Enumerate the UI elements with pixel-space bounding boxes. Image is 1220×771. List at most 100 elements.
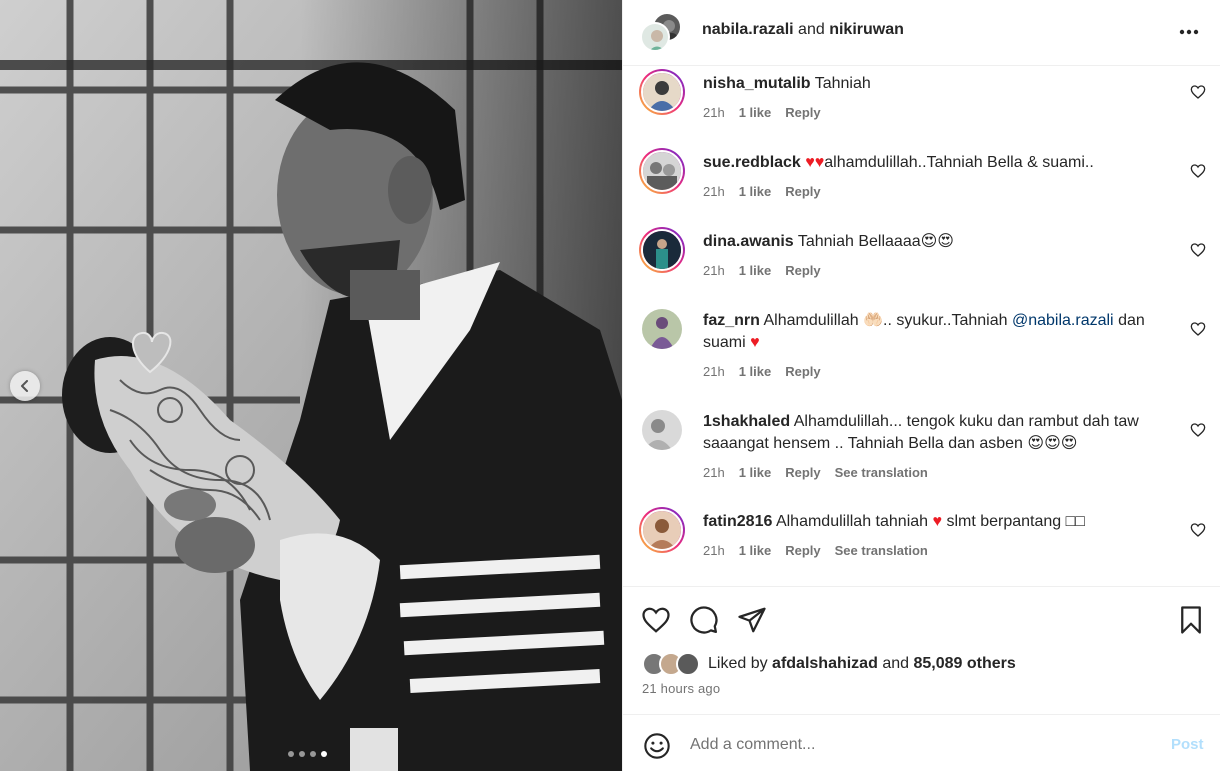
unsupported-emoji: □□ xyxy=(1065,513,1085,530)
comment-username[interactable]: faz_nrn xyxy=(703,312,760,329)
more-icon xyxy=(1179,29,1199,35)
comment-text: faz_nrn Alhamdulillah 🤲🏻.. syukur..Tahni… xyxy=(703,310,1163,354)
post-authors: nabila.razali and nikiruwan xyxy=(702,21,904,39)
avatar[interactable] xyxy=(639,227,685,273)
reply-button[interactable]: Reply xyxy=(785,263,820,278)
avatar xyxy=(676,652,700,676)
post-side-panel: nabila.razali and nikiruwan nisha_mutali… xyxy=(622,0,1220,771)
reply-button[interactable]: Reply xyxy=(785,465,820,480)
red-heart-emoji: ♥ xyxy=(932,513,943,530)
post-timestamp[interactable]: 21 hours ago xyxy=(642,681,720,696)
like-comment-heart-icon[interactable] xyxy=(1190,422,1206,438)
comment-icon[interactable] xyxy=(689,605,719,635)
liked-by-row: Liked by afdalshahizad and 85,089 others xyxy=(642,652,1016,676)
avatar[interactable] xyxy=(639,407,685,453)
comment-likes[interactable]: 1 like xyxy=(739,465,772,480)
bookmark-icon[interactable] xyxy=(1176,605,1206,635)
comment-time[interactable]: 21h xyxy=(703,465,725,480)
carousel-dot xyxy=(288,751,294,757)
carousel-dot-active xyxy=(321,751,327,757)
comment-username[interactable]: sue.redblack xyxy=(703,154,801,171)
carousel-dot xyxy=(299,751,305,757)
comment-likes[interactable]: 1 like xyxy=(739,105,772,120)
like-comment-heart-icon[interactable] xyxy=(1190,163,1206,179)
comment-text: nisha_mutalib Tahniah xyxy=(703,73,1163,95)
user-mention-link[interactable]: @nabila.razali xyxy=(1012,312,1114,329)
avatar xyxy=(640,22,670,52)
comment-text: fatin2816 Alhamdulillah tahniah ♥ slmt b… xyxy=(703,511,1163,533)
comment-likes[interactable]: 1 like xyxy=(739,263,772,278)
carousel-dot xyxy=(310,751,316,757)
star-eyes-emoji: 😍😍😍 xyxy=(1027,435,1078,452)
comment-meta: 21h 1 like Reply xyxy=(703,263,821,278)
red-heart-emoji: ♥ xyxy=(750,334,760,351)
comment-body: slmt berpantang xyxy=(946,513,1062,530)
comment-time[interactable]: 21h xyxy=(703,364,725,379)
comment-input[interactable] xyxy=(690,733,1150,757)
like-comment-heart-icon[interactable] xyxy=(1190,522,1206,538)
reply-button[interactable]: Reply xyxy=(785,364,820,379)
post-header: nabila.razali and nikiruwan xyxy=(623,0,1220,66)
reply-button[interactable]: Reply xyxy=(785,105,820,120)
comment-time[interactable]: 21h xyxy=(703,543,725,558)
comment-text: dina.awanis Tahniah Bellaaaa😍😍 xyxy=(703,231,1163,253)
reply-button[interactable]: Reply xyxy=(785,184,820,199)
comment-composer: Post xyxy=(623,714,1220,771)
avatar[interactable] xyxy=(639,306,685,352)
carousel-prev-button[interactable] xyxy=(10,371,40,401)
see-translation-button[interactable]: See translation xyxy=(835,543,928,558)
liked-by-text: Liked by afdalshahizad and 85,089 others xyxy=(708,655,1016,673)
like-comment-heart-icon[interactable] xyxy=(1190,242,1206,258)
comment-username[interactable]: dina.awanis xyxy=(703,233,794,250)
comments-list[interactable]: nisha_mutalib Tahniah 21h 1 like Reply s… xyxy=(623,67,1220,585)
author-username[interactable]: nabila.razali xyxy=(702,21,794,38)
post-comment-button[interactable]: Post xyxy=(1171,736,1204,753)
comment-body: Alhamdulillah xyxy=(763,312,859,329)
comment-username[interactable]: 1shakhaled xyxy=(703,413,790,430)
like-comment-heart-icon[interactable] xyxy=(1190,84,1206,100)
liked-by-joiner: and xyxy=(882,655,910,672)
comment-body: Alhamdulillah tahniah xyxy=(775,513,929,530)
comment-time[interactable]: 21h xyxy=(703,263,725,278)
post-photo xyxy=(0,0,622,771)
more-options-button[interactable] xyxy=(1176,20,1202,44)
like-comment-heart-icon[interactable] xyxy=(1190,321,1206,337)
comment-time[interactable]: 21h xyxy=(703,105,725,120)
comment-meta: 21h 1 like Reply See translation xyxy=(703,543,928,558)
comment-body: alhamdulillah..Tahniah Bella & suami.. xyxy=(824,154,1094,171)
avatar[interactable] xyxy=(639,69,685,115)
comment-body: suami xyxy=(703,334,746,351)
comment-body: Alhamdulillah... tengok kuku dan rambut … xyxy=(793,413,1139,430)
comment-likes[interactable]: 1 like xyxy=(739,543,772,558)
liker-username[interactable]: afdalshahizad xyxy=(772,655,878,672)
comment-meta: 21h 1 like Reply xyxy=(703,105,821,120)
reply-button[interactable]: Reply xyxy=(785,543,820,558)
comment-likes[interactable]: 1 like xyxy=(739,364,772,379)
likes-count-link[interactable]: 85,089 others xyxy=(913,655,1015,672)
avatar[interactable] xyxy=(639,148,685,194)
red-heart-emoji: ♥♥ xyxy=(805,154,825,171)
liker-avatars[interactable] xyxy=(642,652,704,676)
author-joiner: and xyxy=(798,21,825,38)
collab-avatars[interactable] xyxy=(640,12,684,52)
comment-username[interactable]: nisha_mutalib xyxy=(703,75,811,92)
see-translation-button[interactable]: See translation xyxy=(835,465,928,480)
heart-icon[interactable] xyxy=(641,605,671,635)
comment-meta: 21h 1 like Reply xyxy=(703,184,821,199)
comment-body: saaangat hensem .. Tahniah Bella dan asb… xyxy=(703,435,1023,452)
comment-body: Tahniah Bellaaaa xyxy=(797,233,921,250)
photo-scene xyxy=(0,0,622,771)
emoji-icon[interactable] xyxy=(643,732,671,760)
comment-likes[interactable]: 1 like xyxy=(739,184,772,199)
avatar[interactable] xyxy=(639,507,685,553)
comment-text: 1shakhaled Alhamdulillah... tengok kuku … xyxy=(703,411,1163,455)
share-icon[interactable] xyxy=(737,605,767,635)
comment-body: .. syukur..Tahniah xyxy=(883,312,1008,329)
comment-body: dan xyxy=(1118,312,1145,329)
liked-by-label: Liked by xyxy=(708,655,768,672)
author-username[interactable]: nikiruwan xyxy=(829,21,904,38)
chevron-left-icon xyxy=(21,380,28,392)
comment-time[interactable]: 21h xyxy=(703,184,725,199)
comment-meta: 21h 1 like Reply See translation xyxy=(703,465,928,480)
comment-username[interactable]: fatin2816 xyxy=(703,513,772,530)
